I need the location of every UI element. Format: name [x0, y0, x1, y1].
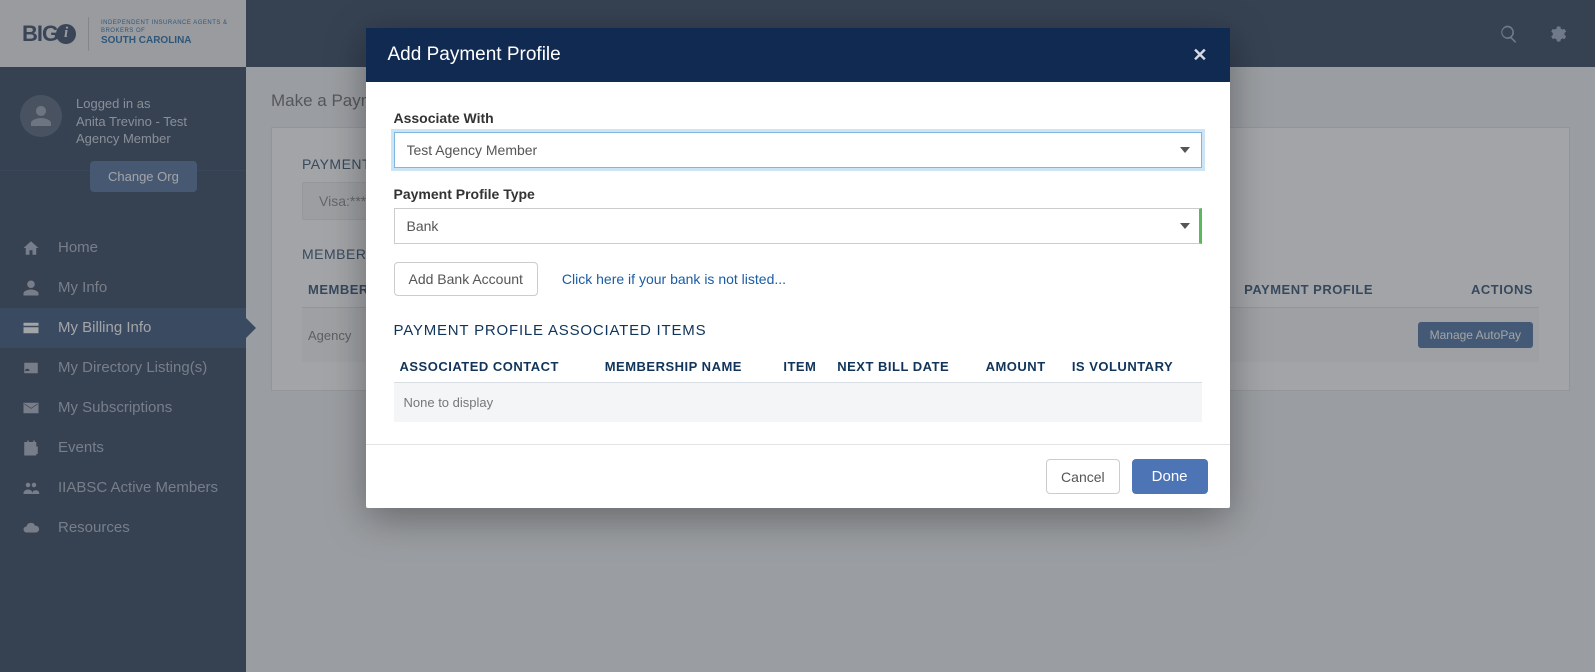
col-is-voluntary: IS VOLUNTARY	[1066, 351, 1202, 383]
none-to-display: None to display	[394, 383, 1202, 423]
modal-title: Add Payment Profile	[388, 44, 561, 66]
add-bank-account-button[interactable]: Add Bank Account	[394, 262, 538, 296]
done-button[interactable]: Done	[1132, 459, 1208, 494]
col-item: ITEM	[777, 351, 831, 383]
bank-not-listed-link[interactable]: Click here if your bank is not listed...	[562, 271, 786, 287]
associate-with-label: Associate With	[394, 110, 1202, 126]
empty-row: None to display	[394, 383, 1202, 423]
modal-overlay[interactable]: Add Payment Profile ✕ Associate With Tes…	[0, 0, 1595, 672]
modal-footer: Cancel Done	[366, 444, 1230, 508]
add-payment-profile-modal: Add Payment Profile ✕ Associate With Tes…	[366, 28, 1230, 508]
cancel-button[interactable]: Cancel	[1046, 459, 1120, 494]
close-icon[interactable]: ✕	[1192, 45, 1207, 66]
col-next-bill-date: NEXT BILL DATE	[831, 351, 979, 383]
col-membership-name: MEMBERSHIP NAME	[599, 351, 778, 383]
profile-type-label: Payment Profile Type	[394, 186, 1202, 202]
associated-items-table: ASSOCIATED CONTACT MEMBERSHIP NAME ITEM …	[394, 351, 1202, 422]
modal-body: Associate With Test Agency Member Paymen…	[366, 82, 1230, 444]
profile-type-select[interactable]: Bank	[394, 208, 1202, 244]
col-amount: AMOUNT	[980, 351, 1066, 383]
col-associated-contact: ASSOCIATED CONTACT	[394, 351, 599, 383]
associate-with-select[interactable]: Test Agency Member	[394, 132, 1202, 168]
associated-items-title: PAYMENT PROFILE ASSOCIATED ITEMS	[394, 322, 1202, 339]
modal-header: Add Payment Profile ✕	[366, 28, 1230, 82]
